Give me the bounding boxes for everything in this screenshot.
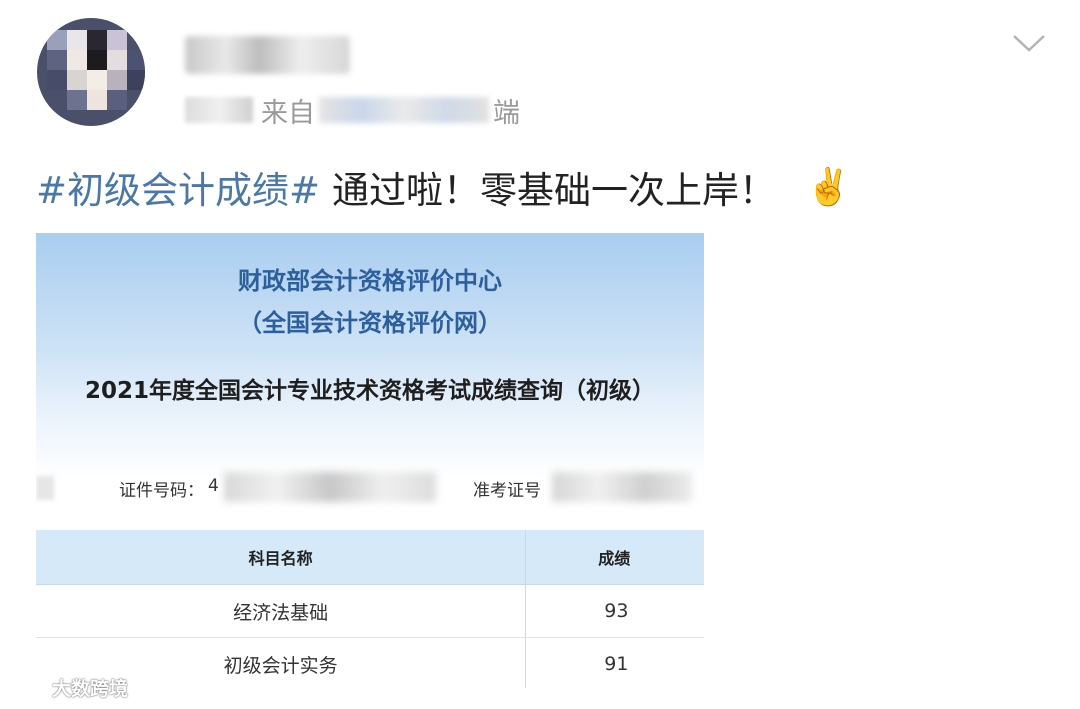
source-suffix: 端: [493, 97, 520, 129]
post-text: #初级会计成绩# 通过啦！零基础一次上岸！ ✌️: [36, 162, 851, 212]
victory-hand-icon: ✌️: [806, 167, 851, 208]
weibo-logo-icon: [10, 678, 48, 695]
org-website: （全国会计资格评价网）: [238, 309, 502, 337]
table-row: 初级会计实务 91: [36, 637, 704, 688]
header-subject: 科目名称: [36, 530, 527, 585]
score-result-image[interactable]: 财政部会计资格评价中心 （全国会计资格评价网） 2021年度全国会计专业技术资格…: [36, 233, 704, 688]
score-cell: 91: [525, 637, 704, 688]
ticket-label: 准考证号: [473, 481, 541, 501]
source-prefix: 来自: [261, 97, 315, 129]
post-meta: 来自 端: [185, 92, 520, 129]
id-label: 证件号码：: [119, 481, 204, 501]
id-row: 证件号码： 4 准考证号: [36, 470, 704, 504]
header-score: 成绩: [525, 530, 704, 585]
avatar[interactable]: [37, 18, 145, 126]
table-row: 经济法基础 93: [36, 584, 704, 638]
id-number-blurred: [224, 472, 436, 502]
blurred-region: [36, 476, 54, 500]
post-body: 通过啦！零基础一次上岸！: [332, 169, 777, 212]
ticket-number-blurred: [552, 472, 692, 502]
watermark: 大数跨境: [8, 672, 128, 702]
username-blurred[interactable]: [185, 36, 350, 74]
hashtag-link[interactable]: #初级会计成绩#: [36, 160, 320, 214]
subject-cell: 经济法基础: [36, 584, 527, 638]
exam-title: 2021年度全国会计专业技术资格考试成绩查询（初级）: [84, 378, 655, 404]
org-name: 财政部会计资格评价中心: [238, 267, 502, 295]
timestamp-blurred: [185, 97, 253, 123]
chevron-down-icon[interactable]: [1012, 33, 1046, 53]
device-blurred: [319, 97, 489, 123]
score-cell: 93: [525, 584, 704, 638]
watermark-text: 大数跨境: [52, 677, 129, 700]
score-table: 科目名称 成绩 经济法基础 93 初级会计实务 91: [36, 530, 704, 688]
id-visible-prefix: 4: [208, 476, 219, 496]
table-header-row: 科目名称 成绩: [36, 530, 704, 585]
